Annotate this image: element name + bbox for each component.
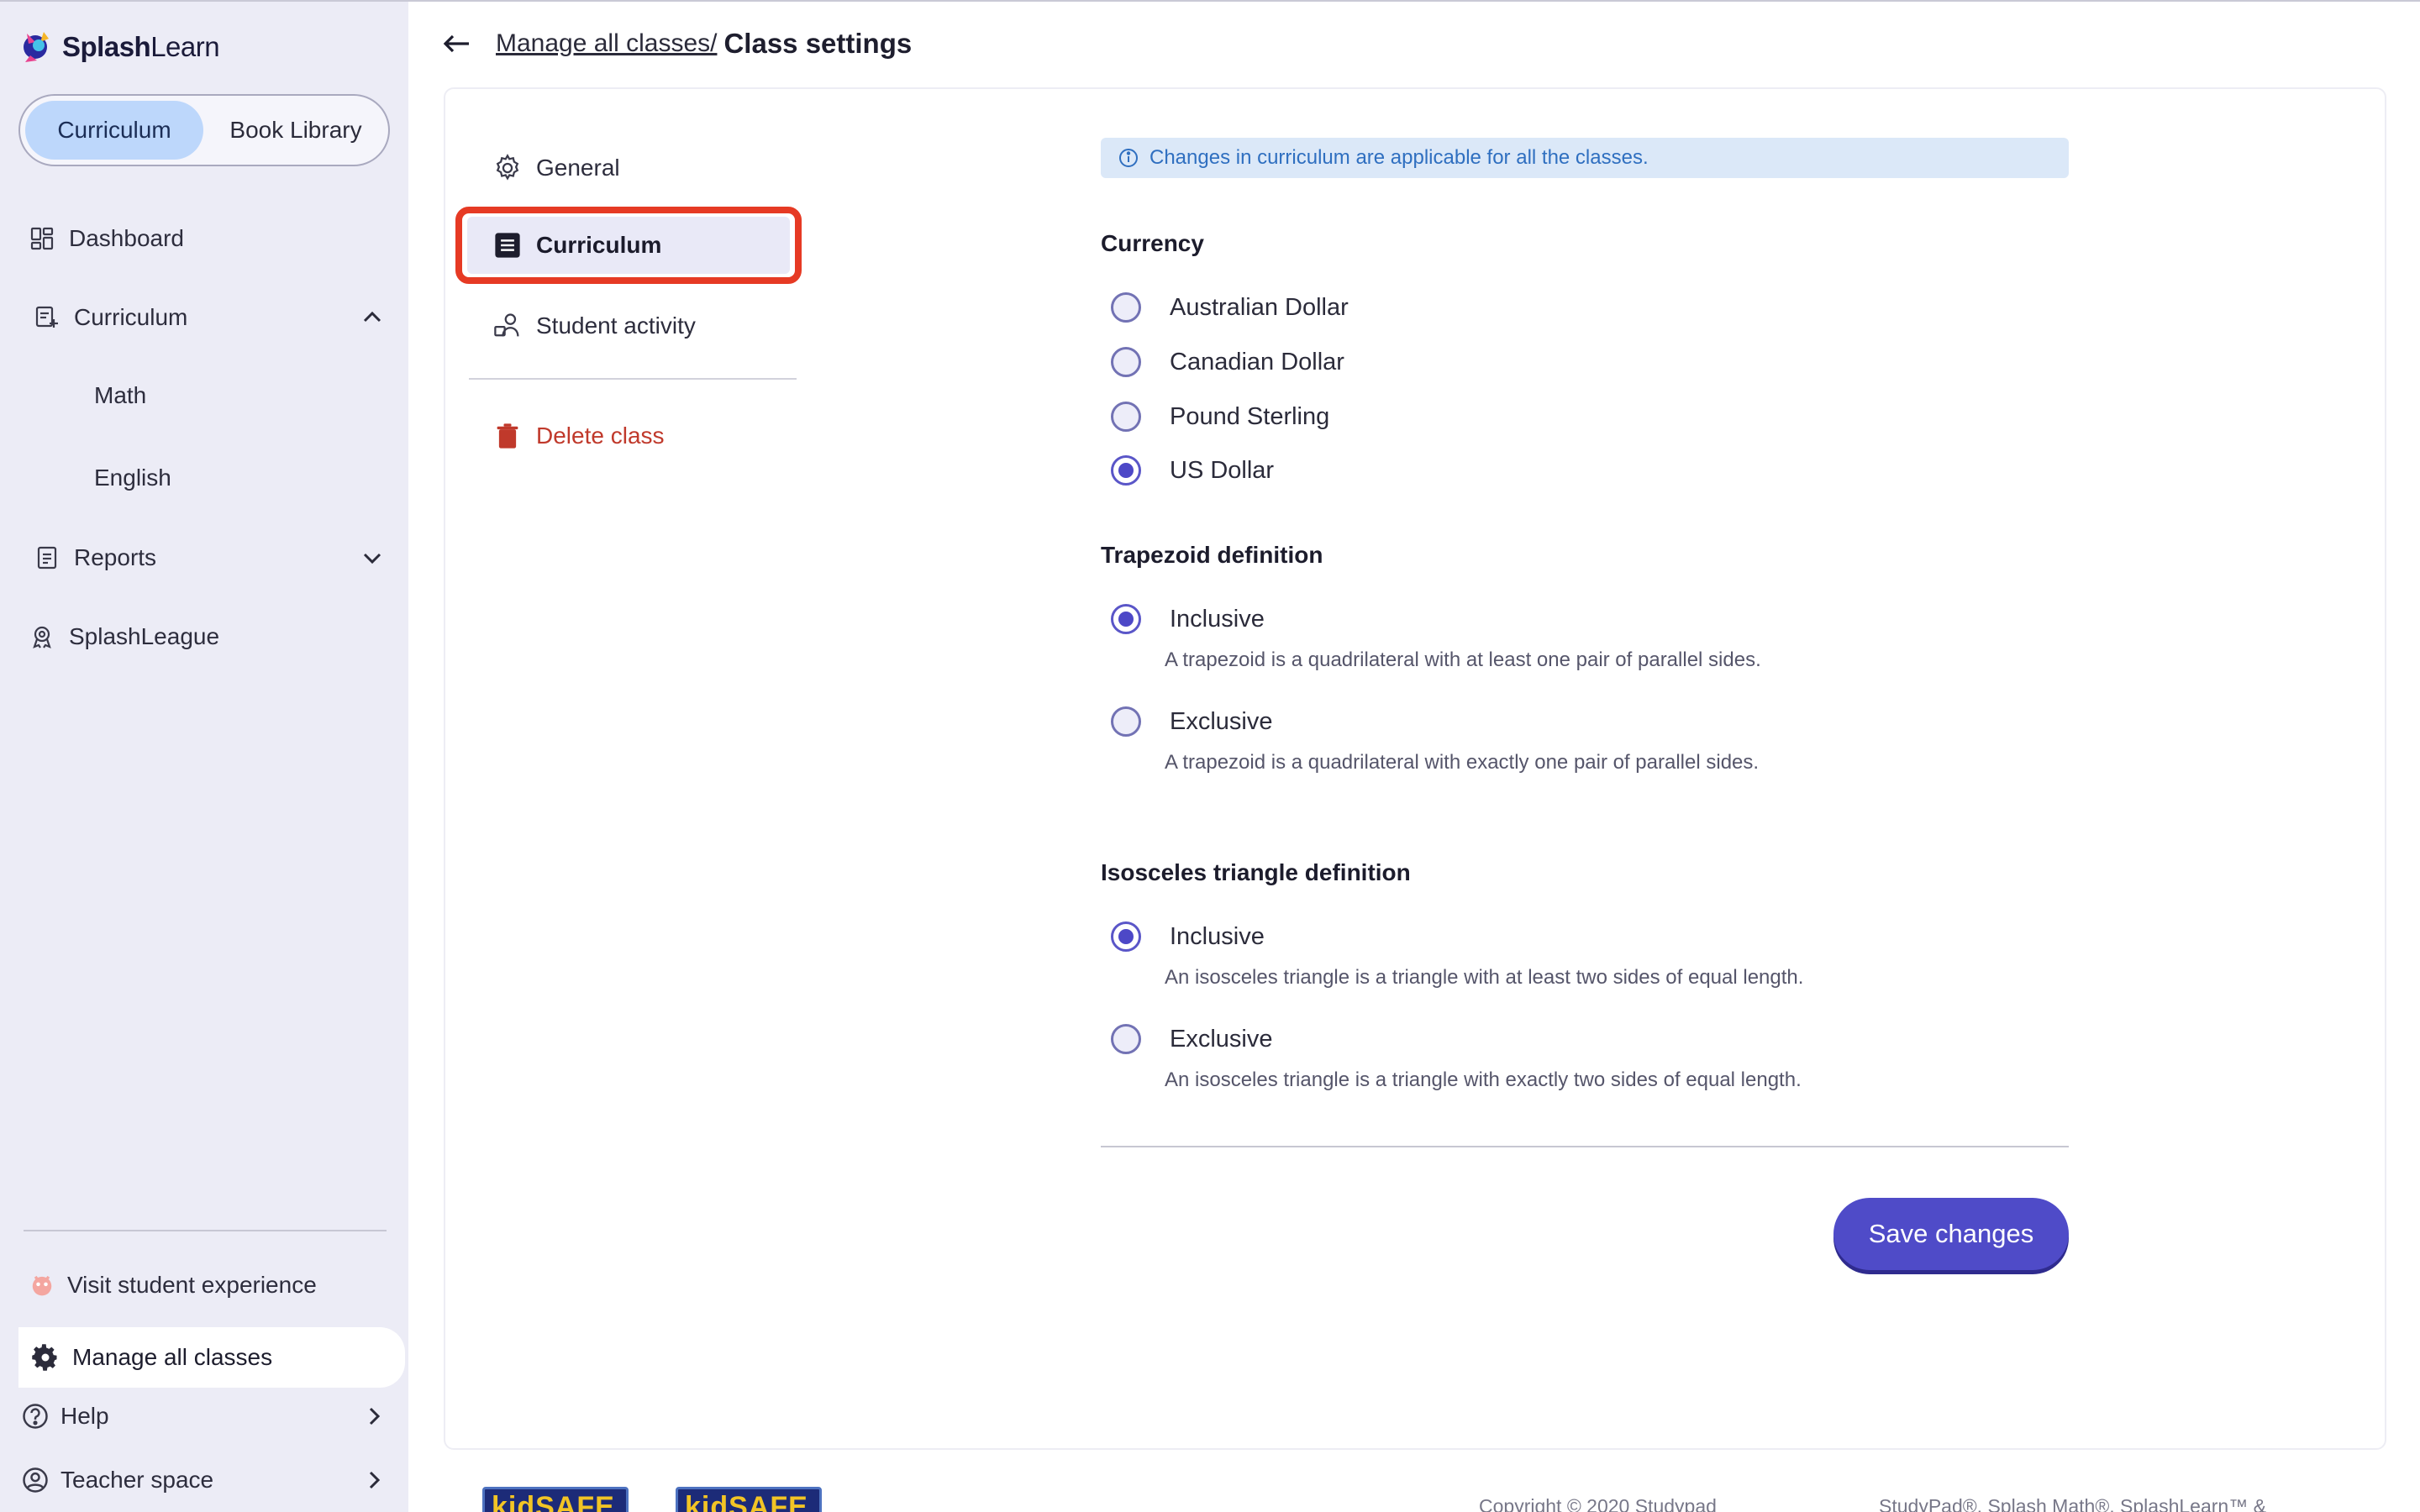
sidebar-item-dashboard[interactable]: Dashboard [27,217,184,260]
delete-class-button[interactable]: Delete class [492,409,665,463]
manage-all-classes-item[interactable]: Manage all classes [18,1327,405,1388]
chevron-up-icon[interactable] [360,305,385,330]
radio-button-selected[interactable] [1111,455,1141,486]
radio-label: Exclusive [1170,707,1273,735]
back-arrow-icon[interactable] [440,27,474,60]
isosceles-inclusive-desc: An isosceles triangle is a triangle with… [1165,966,1804,989]
sidebar-item-label: SplashLeague [69,623,220,649]
splashlearn-logo[interactable]: SplashLearn [18,25,220,69]
settings-nav-divider [469,378,797,380]
radio-label: Pound Sterling [1170,402,1330,430]
toggle-book-library[interactable]: Book Library [207,101,385,160]
settings-tab-label: General [536,155,620,181]
trophy-icon [27,622,57,652]
radio-label: Inclusive [1170,605,1265,633]
radio-label: Inclusive [1170,922,1265,950]
info-icon [1119,149,1138,167]
breadcrumb-manage-classes-link[interactable]: Manage all classes/ [496,29,717,58]
radio-label: US Dollar [1170,456,1275,484]
radio-button[interactable] [1111,402,1141,432]
info-banner: Changes in curriculum are applicable for… [1101,138,2069,178]
splashlearn-logo-icon [24,32,49,62]
library-toggle: Curriculum Book Library [18,94,390,166]
isosceles-exclusive-desc: An isosceles triangle is a triangle with… [1165,1068,1802,1091]
radio-button[interactable] [1111,347,1141,377]
sidebar-item-label: Dashboard [69,225,184,251]
sidebar-item-reports[interactable]: Reports [32,536,385,580]
settings-tab-general[interactable]: General [492,141,620,195]
curriculum-icon [32,302,62,333]
sidebar-item-label: Curriculum [74,304,188,330]
reports-icon [32,543,62,573]
radio-canadian-dollar[interactable]: Canadian Dollar [1111,344,1344,381]
settings-tab-student-activity[interactable]: Student activity [492,299,696,353]
copyright-text: Copyright © 2020 Studypad [1479,1495,1717,1512]
settings-tab-curriculum[interactable]: Curriculum [467,217,790,274]
toggle-curriculum[interactable]: Curriculum [25,101,203,160]
radio-button[interactable] [1111,706,1141,737]
info-text: Changes in curriculum are applicable for… [1150,146,1649,169]
radio-pound-sterling[interactable]: Pound Sterling [1111,398,1329,435]
teacher-space-label: Teacher space [60,1467,214,1493]
chevron-down-icon[interactable] [360,545,385,570]
radio-label: Australian Dollar [1170,293,1349,321]
dashboard-icon [27,223,57,254]
radio-us-dollar[interactable]: US Dollar [1111,452,1274,489]
student-activity-icon [492,311,523,341]
breadcrumb: Manage all classes/ Class settings [496,27,912,60]
page-title: Class settings [723,28,913,59]
radio-button-selected[interactable] [1111,604,1141,634]
visit-student-label: Visit student experience [67,1272,317,1298]
sidebar: SplashLearn Curriculum Book Library Dash… [0,2,408,1512]
radio-label: Canadian Dollar [1170,348,1344,375]
badge-text: kidSAFE [685,1491,808,1512]
sidebar-item-label: Reports [74,544,157,570]
radio-trapezoid-exclusive[interactable]: Exclusive [1111,703,1273,740]
sidebar-item-math[interactable]: Math [94,375,146,417]
radio-trapezoid-inclusive[interactable]: Inclusive [1111,601,1265,638]
manage-classes-label: Manage all classes [72,1344,273,1370]
radio-isosceles-inclusive[interactable]: Inclusive [1111,918,1265,955]
radio-label: Exclusive [1170,1025,1273,1053]
badge-text: kidSAFE [492,1491,615,1512]
delete-class-label: Delete class [536,423,665,449]
trapezoid-exclusive-desc: A trapezoid is a quadrilateral with exac… [1165,751,1760,774]
settings-tab-label: Student activity [536,312,696,339]
gear-icon [30,1342,60,1373]
sidebar-divider [24,1230,387,1231]
content-divider [1101,1146,2069,1147]
sidebar-item-splashleague[interactable]: SplashLeague [27,615,219,659]
radio-button[interactable] [1111,292,1141,323]
visit-student-experience-link[interactable]: Visit student experience [27,1258,317,1312]
help-item[interactable]: Help [20,1389,387,1443]
trapezoid-inclusive-desc: A trapezoid is a quadrilateral with at l… [1165,648,1761,671]
kidsafe-badge[interactable]: kidSAFE [482,1487,629,1512]
document-icon [492,230,523,260]
trapezoid-title: Trapezoid definition [1101,542,1323,568]
help-label: Help [60,1403,109,1429]
save-changes-button[interactable]: Save changes [1833,1198,2069,1270]
trademark-text: StudyPad®, Splash Math®, SplashLearn™ & [1879,1495,2266,1512]
radio-isosceles-exclusive[interactable]: Exclusive [1111,1021,1273,1058]
teacher-space-item[interactable]: Teacher space [20,1453,387,1507]
sidebar-item-curriculum[interactable]: Curriculum [32,296,385,339]
chevron-right-icon [369,1407,381,1425]
user-circle-icon [20,1465,50,1495]
help-icon [20,1401,50,1431]
monster-icon [27,1270,57,1300]
isosceles-title: Isosceles triangle definition [1101,859,1411,885]
gear-outline-icon [492,153,523,183]
radio-button-selected[interactable] [1111,921,1141,952]
radio-button[interactable] [1111,1024,1141,1054]
settings-tab-label: Curriculum [536,232,662,258]
sidebar-item-english[interactable]: English [94,457,171,499]
chevron-right-icon [369,1471,381,1489]
radio-australian-dollar[interactable]: Australian Dollar [1111,289,1349,326]
trash-icon [492,421,523,451]
currency-title: Currency [1101,230,1204,256]
brand-name: SplashLearn [62,31,220,62]
kidsafe-badge[interactable]: kidSAFE [676,1487,822,1512]
